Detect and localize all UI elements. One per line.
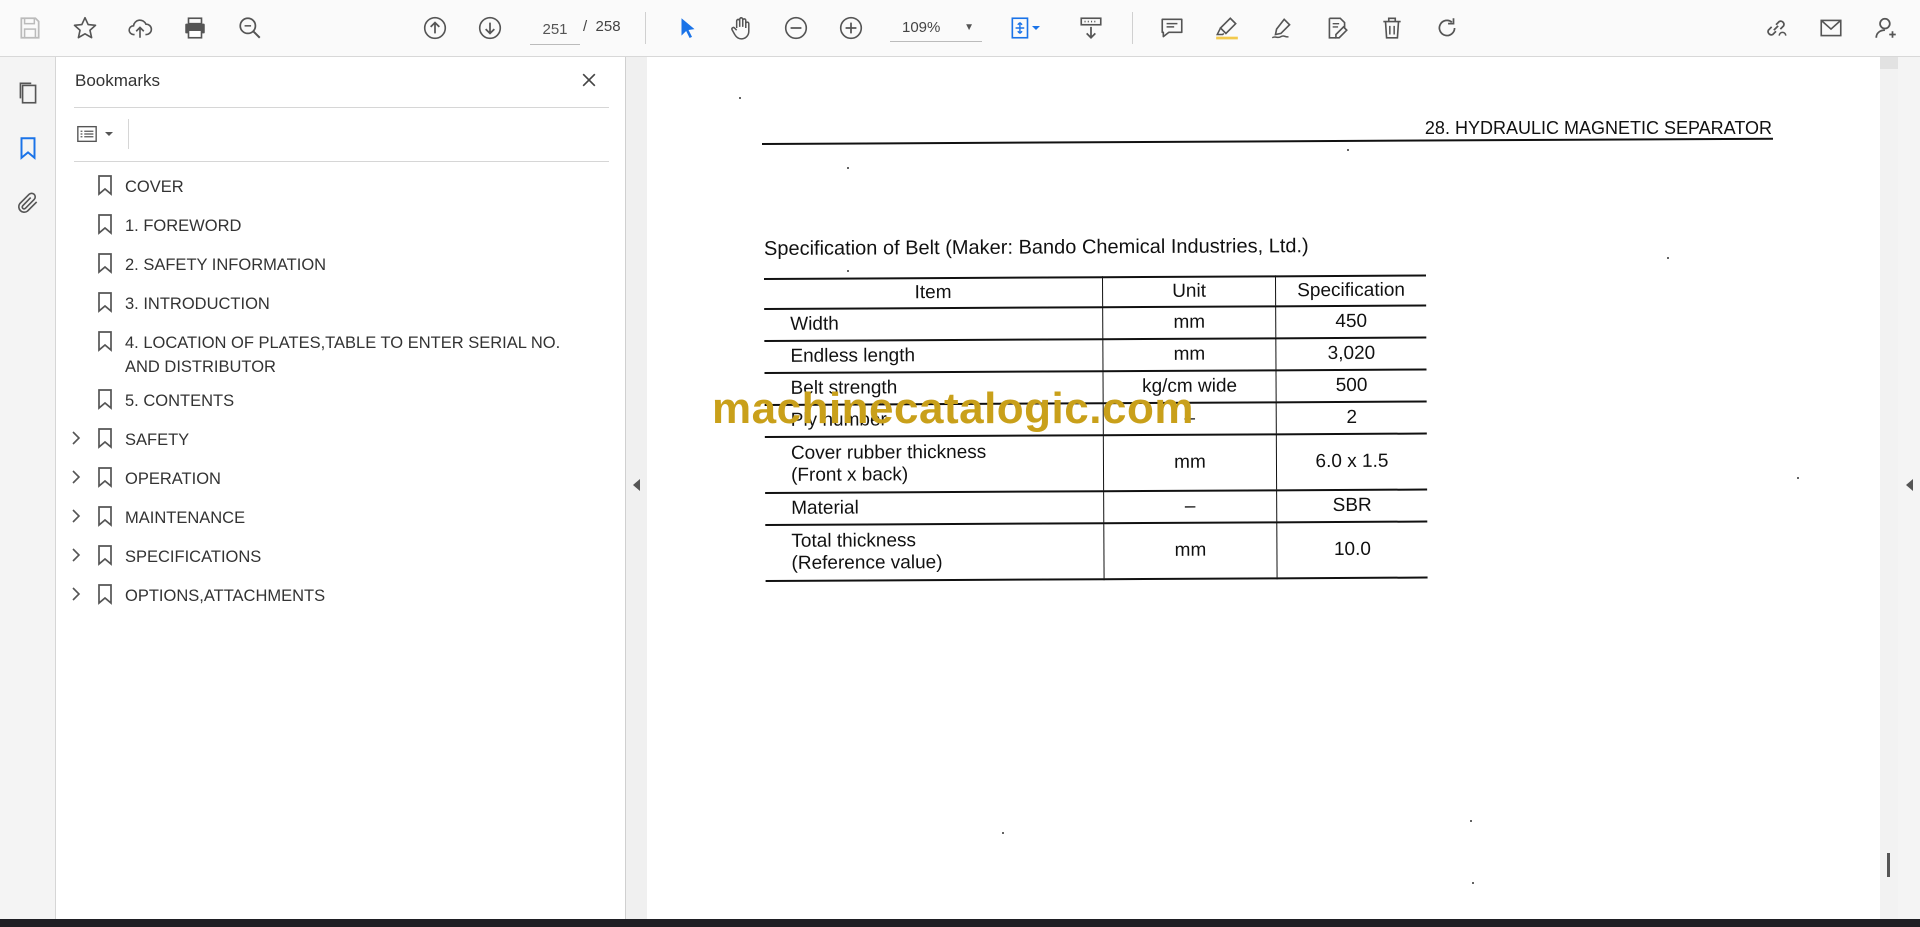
bookmark-item[interactable]: OPERATION	[56, 465, 625, 491]
save-icon[interactable]	[12, 10, 48, 46]
divider	[74, 107, 609, 108]
chevron-right-icon	[72, 470, 81, 484]
star-icon[interactable]	[67, 10, 103, 46]
bookmark-item[interactable]: 3. INTRODUCTION	[56, 290, 625, 316]
bookmark-item[interactable]: 4. LOCATION OF PLATES,TABLE TO ENTER SER…	[56, 329, 625, 379]
bookmark-item[interactable]: 2. SAFETY INFORMATION	[56, 251, 625, 277]
chevron-down-icon: ▼	[964, 22, 974, 33]
table-row: Cover rubber thickness (Front x back) mm …	[764, 433, 1428, 493]
divider	[74, 161, 609, 162]
zoom-level-dropdown[interactable]: 109% ▼	[890, 14, 982, 42]
scrollbar-thumb[interactable]	[1887, 853, 1890, 877]
hand-tool-icon[interactable]	[723, 10, 759, 46]
close-icon[interactable]	[576, 67, 602, 93]
table-header-row: Item Unit Specification	[764, 275, 1427, 309]
table-row: Endless length mm 3,020	[764, 337, 1427, 373]
bookmark-icon	[98, 331, 112, 352]
scan-speck	[739, 97, 741, 99]
fit-options-chevron-icon[interactable]	[1028, 10, 1044, 46]
table-row: Material – SBR	[765, 489, 1428, 525]
bookmark-icon	[98, 545, 112, 566]
list-options-icon	[77, 125, 97, 143]
chevron-right-icon	[72, 509, 81, 523]
spec-table-title: Specification of Belt (Maker: Bando Chem…	[763, 235, 1309, 260]
document-section-header: 28. HYDRAULIC MAGNETIC SEPARATOR	[1424, 118, 1772, 138]
zoom-out-icon[interactable]	[778, 10, 814, 46]
column-header: Unit	[1102, 276, 1276, 308]
page-thumbnails-icon[interactable]	[10, 75, 46, 111]
chevron-left-icon	[633, 479, 640, 491]
scan-speck	[1472, 882, 1474, 884]
table-row: Total thickness (Reference value) mm 10.0	[765, 521, 1428, 581]
page-count: / 258	[583, 18, 621, 35]
toolbar-divider	[645, 12, 646, 44]
panel-title: Bookmarks	[75, 71, 161, 90]
scan-speck	[1347, 149, 1349, 151]
table-row: Width mm 450	[764, 305, 1427, 341]
bookmark-icon	[98, 506, 112, 527]
scan-speck	[847, 167, 849, 169]
divider	[128, 119, 129, 149]
scroll-mode-icon[interactable]	[1073, 10, 1109, 46]
column-header: Item	[914, 282, 952, 304]
bookmark-icon	[98, 175, 112, 196]
watermark-text: machinecatalogic.com	[712, 384, 1194, 433]
scan-speck	[1002, 832, 1004, 834]
share-link-icon[interactable]	[1758, 10, 1794, 46]
chevron-left-icon	[1906, 479, 1913, 491]
chevron-down-icon	[105, 132, 113, 136]
taskbar-edge	[0, 919, 1920, 927]
toolbar-divider	[1132, 12, 1133, 44]
scan-speck	[1797, 477, 1799, 479]
edit-text-icon[interactable]	[1319, 10, 1355, 46]
bookmark-item[interactable]: OPTIONS,ATTACHMENTS	[56, 582, 625, 608]
email-icon[interactable]	[1813, 10, 1849, 46]
navigation-rail	[0, 57, 56, 919]
scan-speck	[1667, 257, 1669, 259]
scan-speck	[847, 270, 849, 272]
scan-speck	[1470, 820, 1472, 822]
page-number-input[interactable]	[530, 14, 580, 45]
bookmark-icon	[98, 467, 112, 488]
highlight-icon[interactable]	[1209, 10, 1245, 46]
bookmark-icon	[98, 214, 112, 235]
bookmarks-panel: Bookmarks COVER 1. FOREWORD 2. SAFETY IN…	[56, 57, 626, 919]
chevron-right-icon	[72, 431, 81, 445]
column-header: Specification	[1297, 279, 1405, 302]
bookmark-item[interactable]: COVER	[56, 173, 625, 199]
rotate-redo-icon[interactable]	[1429, 10, 1465, 46]
chevron-right-icon	[72, 548, 81, 562]
attachments-paperclip-icon[interactable]	[10, 185, 46, 221]
bookmarks-icon[interactable]	[10, 130, 46, 166]
collapse-panel-handle[interactable]	[626, 57, 647, 919]
bookmark-icon	[98, 584, 112, 605]
upload-cloud-icon[interactable]	[122, 10, 158, 46]
bookmark-icon	[98, 428, 112, 449]
bookmark-icon	[98, 292, 112, 313]
zoom-search-icon[interactable]	[232, 10, 268, 46]
next-page-icon[interactable]	[472, 10, 508, 46]
select-cursor-icon[interactable]	[670, 10, 706, 46]
bookmark-item[interactable]: MAINTENANCE	[56, 504, 625, 530]
bookmark-item[interactable]: 1. FOREWORD	[56, 212, 625, 238]
previous-page-icon[interactable]	[417, 10, 453, 46]
account-user-icon[interactable]	[1868, 10, 1904, 46]
print-icon[interactable]	[177, 10, 213, 46]
scroll-track-top	[1880, 57, 1898, 69]
comment-icon[interactable]	[1154, 10, 1190, 46]
bookmark-item[interactable]: SPECIFICATIONS	[56, 543, 625, 569]
vertical-scrollbar[interactable]	[1880, 57, 1898, 919]
bookmark-item[interactable]: SAFETY	[56, 426, 625, 452]
zoom-in-icon[interactable]	[833, 10, 869, 46]
draw-freehand-icon[interactable]	[1264, 10, 1300, 46]
bookmark-item[interactable]: 5. CONTENTS	[56, 387, 625, 413]
delete-trash-icon[interactable]	[1374, 10, 1410, 46]
bookmark-options-button[interactable]	[74, 119, 122, 149]
bookmark-icon	[98, 389, 112, 410]
chevron-right-icon	[72, 587, 81, 601]
main-toolbar: / 258 109% ▼	[0, 0, 1920, 57]
right-panel-toggle[interactable]	[1898, 57, 1920, 919]
bookmark-icon	[98, 253, 112, 274]
